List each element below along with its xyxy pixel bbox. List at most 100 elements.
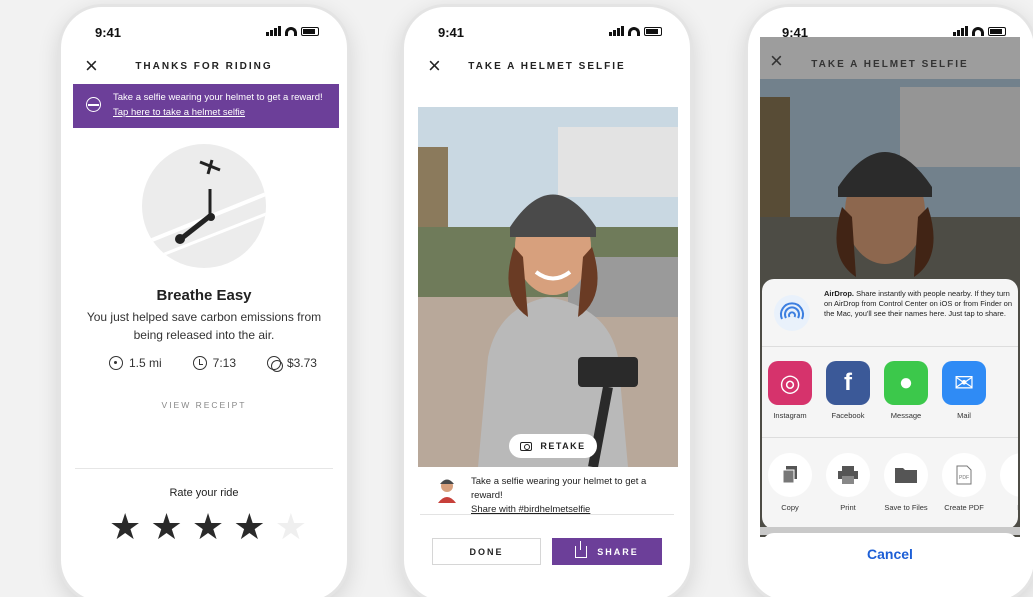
clock-icon bbox=[192, 356, 207, 370]
rate-label: Rate your ride bbox=[169, 487, 239, 499]
location-pin-icon bbox=[109, 356, 123, 370]
share-label: SHARE bbox=[597, 546, 639, 557]
mail-icon: ✉ bbox=[942, 361, 986, 405]
stat-distance: 1.5 mi bbox=[109, 356, 162, 370]
star-filled-icon[interactable]: ★ bbox=[109, 507, 141, 547]
headline-body: You just helped save carbon emissions fr… bbox=[86, 310, 322, 342]
airdrop-row[interactable]: AirDrop. Share instantly with people nea… bbox=[762, 279, 1018, 347]
status-bar: 9:41 bbox=[748, 25, 1033, 41]
headline: Breathe Easy bbox=[156, 287, 252, 304]
status-time: 9:41 bbox=[782, 25, 809, 40]
star-filled-icon[interactable]: ★ bbox=[233, 507, 265, 547]
app-label: Facebook bbox=[831, 411, 865, 420]
action-more[interactable]: Ne bbox=[1000, 453, 1018, 512]
app-label: Instagram bbox=[773, 411, 807, 420]
cancel-button[interactable]: Cancel bbox=[762, 533, 1018, 575]
done-button[interactable]: DONE bbox=[432, 538, 541, 565]
action-label: Save to Files bbox=[884, 503, 928, 512]
scooter-icon bbox=[142, 159, 266, 261]
share-button[interactable]: SHARE bbox=[552, 538, 662, 565]
action-create-pdf[interactable]: PDF Create PDF bbox=[942, 453, 986, 512]
selfie-avatar-icon bbox=[438, 479, 456, 503]
star-filled-icon[interactable]: ★ bbox=[192, 507, 224, 547]
stat-duration: 7:13 bbox=[192, 356, 236, 370]
airdrop-icon bbox=[774, 295, 810, 331]
airdrop-description: AirDrop. Share instantly with people nea… bbox=[824, 289, 1012, 319]
share-prompt: Take a selfie wearing your helmet to get… bbox=[434, 473, 664, 515]
signal-icon bbox=[609, 26, 624, 36]
more-action-icon bbox=[1000, 453, 1018, 497]
action-label: Ne bbox=[1017, 503, 1018, 512]
star-filled-icon[interactable]: ★ bbox=[150, 507, 182, 547]
action-save-to-files[interactable]: Save to Files bbox=[884, 453, 928, 512]
message-icon: ● bbox=[884, 361, 928, 405]
share-apps-row: ◎ Instagram f Facebook ● Message ✉ Mail bbox=[768, 361, 1018, 420]
status-icons bbox=[266, 26, 319, 36]
star-empty-icon[interactable]: ★ bbox=[275, 507, 307, 547]
page-title: TAKE A HELMET SELFIE bbox=[468, 61, 626, 72]
divider bbox=[420, 514, 674, 515]
instagram-icon: ◎ bbox=[768, 361, 812, 405]
helmet-selfie-banner[interactable]: Take a selfie wearing your helmet to get… bbox=[73, 84, 339, 128]
action-label: Create PDF bbox=[944, 503, 984, 512]
share-icon bbox=[575, 540, 588, 558]
banner-link[interactable]: Tap here to take a helmet selfie bbox=[113, 107, 245, 118]
helmet-icon bbox=[86, 97, 101, 112]
share-sheet: AirDrop. Share instantly with people nea… bbox=[762, 279, 1018, 529]
retake-button[interactable]: RETAKE bbox=[509, 434, 597, 458]
facebook-icon: f bbox=[826, 361, 870, 405]
status-icons bbox=[609, 26, 662, 36]
banner-text: Take a selfie wearing your helmet to get… bbox=[113, 92, 323, 103]
stat-cost: $3.73 bbox=[266, 356, 317, 372]
copy-icon bbox=[768, 453, 812, 497]
share-prompt-body: Take a selfie wearing your helmet to get… bbox=[471, 476, 647, 501]
pdf-icon: PDF bbox=[942, 453, 986, 497]
retake-label: RETAKE bbox=[540, 441, 586, 451]
selfie-photo bbox=[418, 107, 678, 467]
action-label: Copy bbox=[781, 503, 799, 512]
page-title: THANKS FOR RIDING bbox=[135, 61, 273, 72]
share-prompt-text: Take a selfie wearing your helmet to get… bbox=[471, 475, 664, 517]
phone-thanks-for-riding: 9:41 × THANKS FOR RIDING Take a selfie w… bbox=[58, 4, 350, 597]
divider bbox=[75, 468, 333, 469]
action-print[interactable]: Print bbox=[826, 453, 870, 512]
page-title: TAKE A HELMET SELFIE bbox=[811, 59, 969, 70]
battery-icon bbox=[988, 26, 1006, 36]
status-time: 9:41 bbox=[438, 25, 465, 40]
share-app-instagram[interactable]: ◎ Instagram bbox=[768, 361, 812, 420]
share-actions-row: Copy Print Save to Files PDF Create PDF bbox=[768, 453, 1018, 512]
wifi-icon bbox=[628, 26, 640, 36]
top-bar-dimmed: × TAKE A HELMET SELFIE bbox=[760, 37, 1020, 79]
duration-value: 7:13 bbox=[212, 356, 236, 370]
top-bar: × THANKS FOR RIDING bbox=[61, 55, 347, 79]
camera-icon bbox=[520, 441, 533, 451]
status-icons bbox=[953, 26, 1006, 36]
share-app-mail[interactable]: ✉ Mail bbox=[942, 361, 986, 420]
battery-icon bbox=[301, 26, 319, 36]
divider bbox=[762, 437, 1018, 438]
view-receipt-link[interactable]: VIEW RECEIPT bbox=[61, 400, 347, 410]
action-copy[interactable]: Copy bbox=[768, 453, 812, 512]
distance-value: 1.5 mi bbox=[129, 356, 162, 370]
cost-value: $3.73 bbox=[286, 356, 317, 370]
top-bar: × TAKE A HELMET SELFIE bbox=[404, 55, 690, 79]
wifi-icon bbox=[285, 26, 297, 36]
coins-icon bbox=[266, 356, 283, 372]
action-label: Print bbox=[840, 503, 856, 512]
scooter-illustration bbox=[142, 144, 266, 268]
status-bar: 9:41 bbox=[61, 25, 347, 41]
phone-take-helmet-selfie: 9:41 × TAKE A HELMET SELFIE RETAKE Take … bbox=[401, 4, 693, 597]
selfie-image bbox=[418, 107, 678, 467]
ride-stats: 1.5 mi 7:13 $3.73 bbox=[109, 356, 317, 372]
svg-text:PDF: PDF bbox=[959, 475, 969, 481]
battery-icon bbox=[644, 26, 662, 36]
folder-icon bbox=[884, 453, 928, 497]
share-app-message[interactable]: ● Message bbox=[884, 361, 928, 420]
share-app-facebook[interactable]: f Facebook bbox=[826, 361, 870, 420]
app-label: Message bbox=[890, 411, 922, 420]
wifi-icon bbox=[972, 26, 984, 36]
signal-icon bbox=[266, 26, 281, 36]
star-rating[interactable]: ★ ★ ★ ★ ★ bbox=[109, 507, 307, 547]
status-time: 9:41 bbox=[95, 25, 122, 40]
printer-icon bbox=[826, 453, 870, 497]
